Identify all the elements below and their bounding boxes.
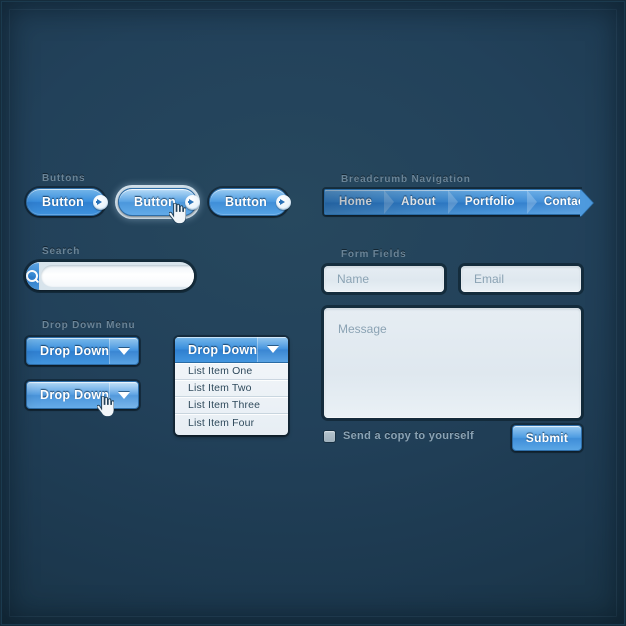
- breadcrumb-label: Home: [339, 196, 373, 208]
- arrow-right-circle-icon: [93, 194, 109, 210]
- breadcrumb: Home About Portfolio Contact: [324, 189, 593, 217]
- button-hover-label: Button: [134, 195, 177, 209]
- breadcrumb-arrow-tip-icon: [580, 189, 593, 217]
- breadcrumb-item-about[interactable]: About: [385, 190, 449, 214]
- button-active[interactable]: Button: [209, 188, 292, 216]
- breadcrumb-section-label: Breadcrumb Navigation: [341, 174, 471, 185]
- dropdown-section-label: Drop Down Menu: [42, 320, 136, 331]
- arrow-right-circle-icon: [276, 194, 292, 210]
- button-hover[interactable]: Button: [118, 188, 201, 216]
- buttons-section-label: Buttons: [42, 173, 86, 184]
- list-item[interactable]: List Item Four: [175, 414, 288, 431]
- breadcrumb-label: About: [401, 196, 436, 208]
- search-icon: [26, 269, 39, 283]
- list-item[interactable]: List Item Three: [175, 397, 288, 414]
- button-normal[interactable]: Button: [26, 188, 109, 216]
- breadcrumb-item-portfolio[interactable]: Portfolio: [449, 190, 528, 214]
- dropdown-normal-caret[interactable]: [109, 338, 138, 364]
- dropdown-button-hover[interactable]: Drop Down: [26, 381, 139, 409]
- send-copy-checkbox[interactable]: [324, 430, 335, 442]
- dropdown-open-panel[interactable]: Drop Down List Item One List Item Two Li…: [175, 337, 288, 435]
- dropdown-button-normal[interactable]: Drop Down: [26, 337, 139, 365]
- breadcrumb-item-home[interactable]: Home: [325, 190, 385, 214]
- chevron-down-icon: [267, 346, 280, 353]
- button-normal-label: Button: [42, 195, 85, 209]
- name-field[interactable]: [324, 266, 444, 292]
- dropdown-normal-label: Drop Down: [40, 344, 110, 358]
- dropdown-open-caret[interactable]: [257, 337, 288, 362]
- ui-kit-canvas: Buttons Button Button Button Search Drop…: [0, 0, 626, 626]
- chevron-down-icon: [118, 391, 131, 399]
- dropdown-hover-label: Drop Down: [40, 388, 110, 402]
- list-item[interactable]: List Item Two: [175, 380, 288, 397]
- dropdown-open-header[interactable]: Drop Down: [175, 337, 288, 363]
- arrow-right-circle-icon: [185, 194, 201, 210]
- search-bar[interactable]: [26, 262, 194, 290]
- send-copy-label: Send a copy to yourself: [343, 430, 474, 442]
- dropdown-item-list: List Item One List Item Two List Item Th…: [175, 363, 288, 431]
- message-field[interactable]: [324, 308, 581, 418]
- email-field[interactable]: [461, 266, 581, 292]
- dropdown-hover-caret[interactable]: [109, 382, 138, 408]
- list-item[interactable]: List Item One: [175, 363, 288, 380]
- send-copy-row[interactable]: Send a copy to yourself: [324, 430, 474, 442]
- chevron-down-icon: [118, 347, 131, 355]
- dropdown-open-label: Drop Down: [188, 342, 258, 357]
- button-active-label: Button: [225, 195, 268, 209]
- search-button[interactable]: [26, 262, 39, 290]
- form-section-label: Form Fields: [341, 249, 407, 260]
- search-section-label: Search: [42, 246, 81, 257]
- submit-button[interactable]: Submit: [512, 425, 582, 451]
- search-input[interactable]: [41, 265, 194, 287]
- breadcrumb-label: Portfolio: [464, 196, 515, 208]
